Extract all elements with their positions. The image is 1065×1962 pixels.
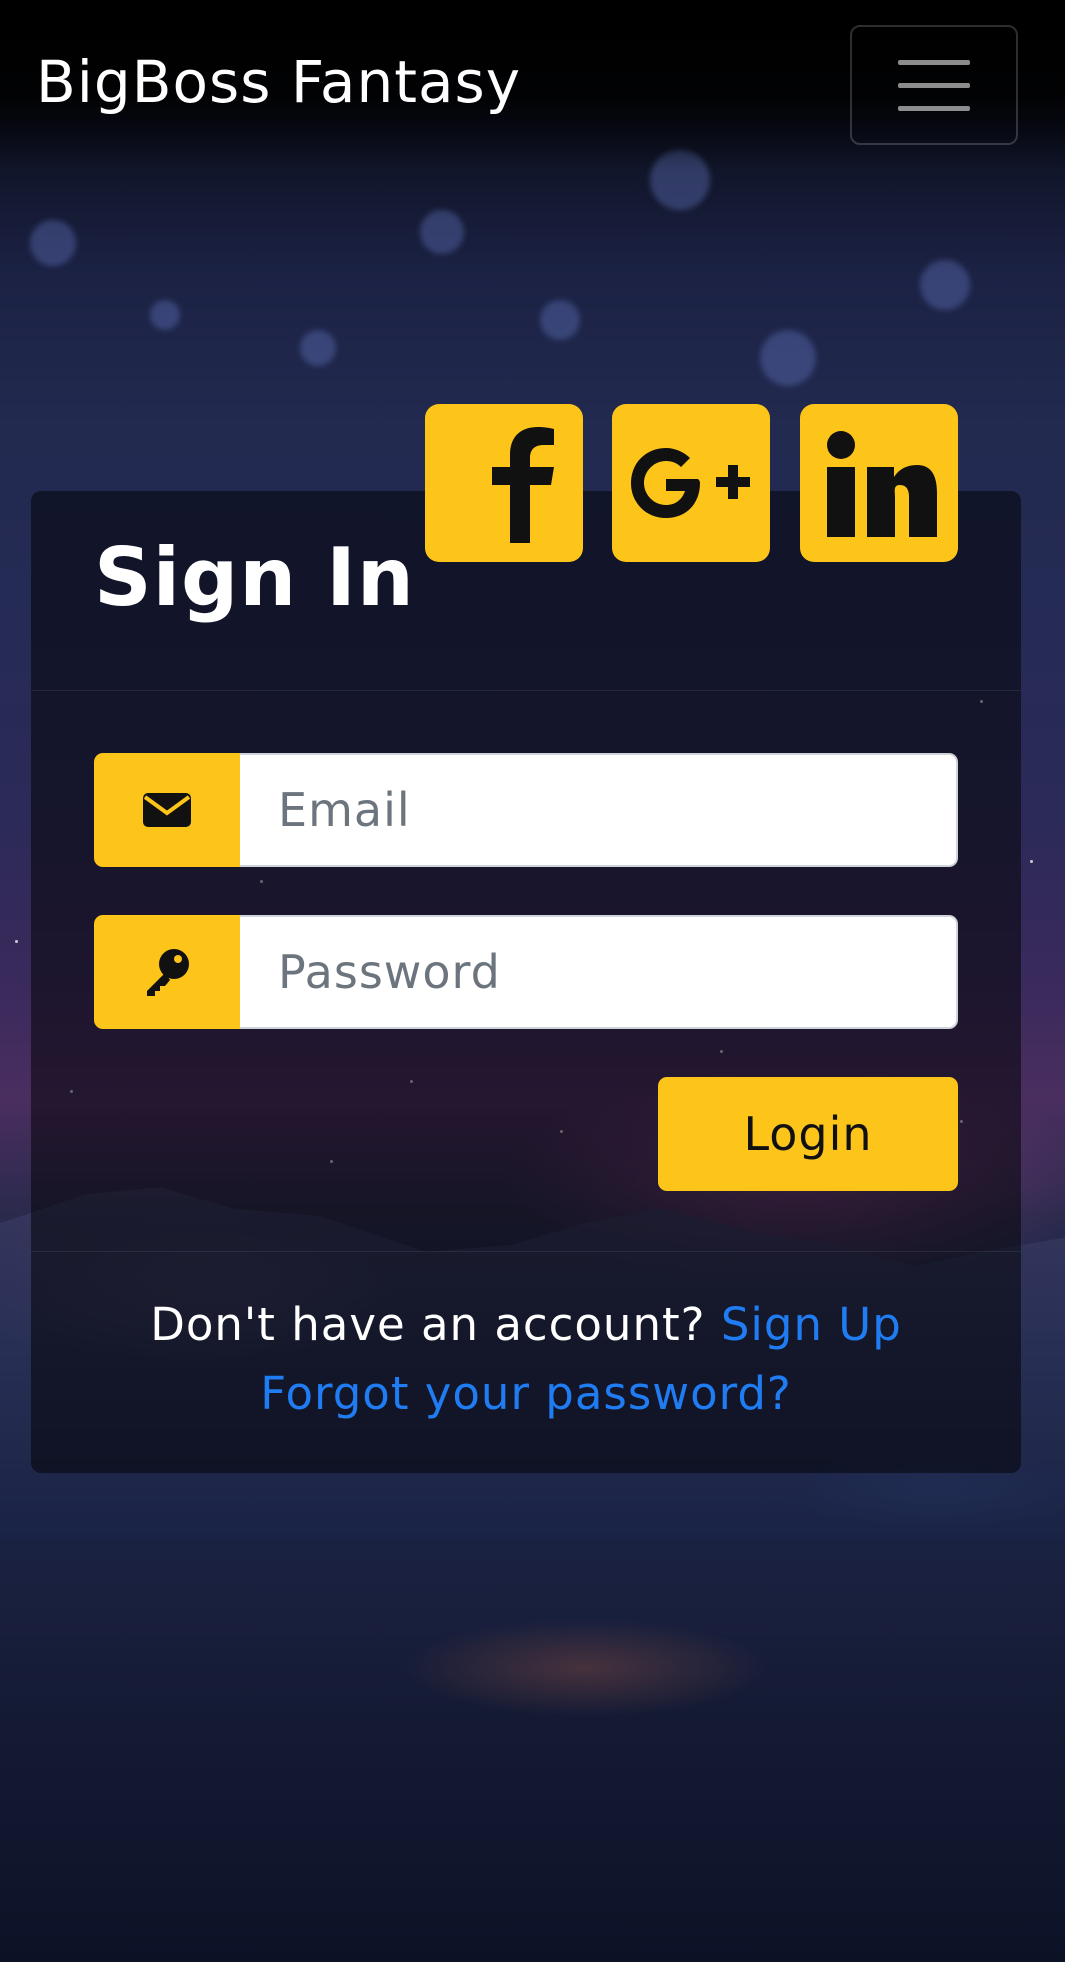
login-button[interactable]: Login <box>658 1077 958 1191</box>
signup-row: Don't have an account? Sign Up <box>31 1298 1021 1351</box>
facebook-button[interactable] <box>425 404 583 562</box>
linkedin-button[interactable] <box>800 404 958 562</box>
brand-logo[interactable]: BigBoss Fantasy <box>36 48 521 116</box>
signin-card: Sign In Login Don't have an account? Sig… <box>31 491 1021 1473</box>
navbar: BigBoss Fantasy <box>0 0 1065 170</box>
signup-link[interactable]: Sign Up <box>721 1298 902 1351</box>
facebook-icon <box>492 427 554 543</box>
hamburger-menu-icon <box>898 59 970 65</box>
linkedin-icon <box>827 431 937 537</box>
key-icon <box>94 915 240 1029</box>
forgot-row: Forgot your password? <box>31 1367 1021 1420</box>
card-footer: Don't have an account? Sign Up Forgot yo… <box>31 1251 1021 1473</box>
forgot-password-link[interactable]: Forgot your password? <box>260 1367 792 1420</box>
password-input-group <box>94 915 958 1029</box>
page-title: Sign In <box>94 531 415 624</box>
signup-prompt: Don't have an account? <box>150 1298 706 1351</box>
google-plus-button[interactable] <box>612 404 770 562</box>
envelope-icon <box>94 753 240 867</box>
google-plus-icon <box>631 448 750 518</box>
email-input-group <box>94 753 958 867</box>
email-field[interactable] <box>240 753 958 867</box>
navbar-toggler-button[interactable] <box>850 25 1018 145</box>
password-field[interactable] <box>240 915 958 1029</box>
